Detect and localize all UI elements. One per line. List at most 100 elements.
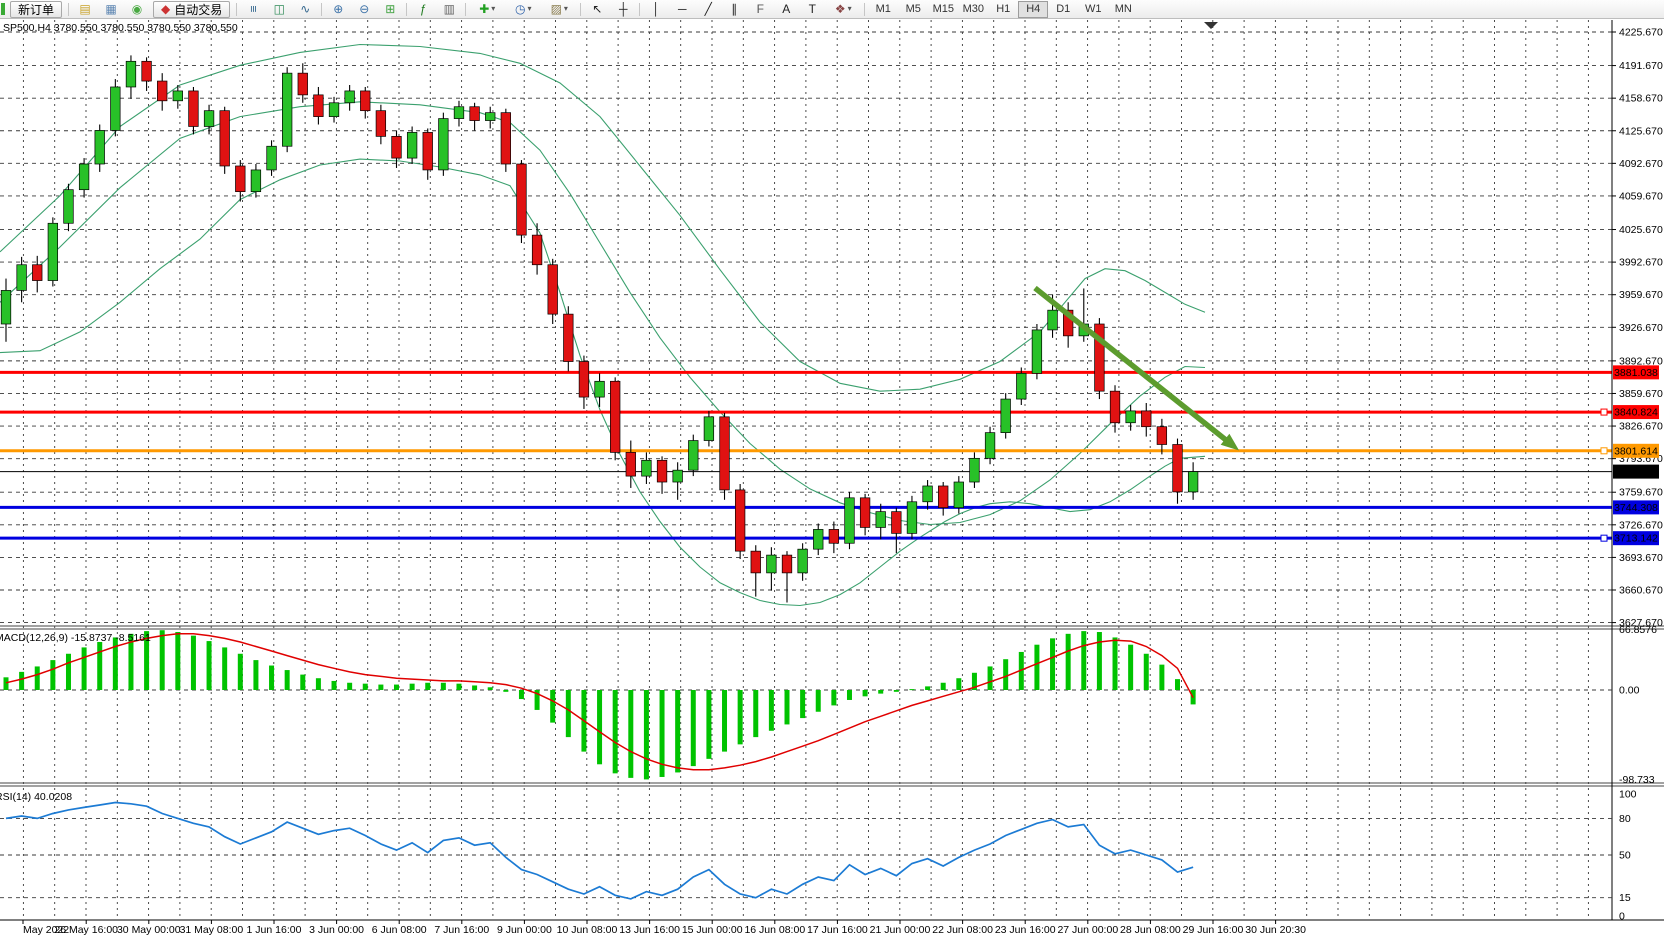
tile-windows-icon[interactable]: ⊞	[377, 1, 403, 18]
bar-chart-icon[interactable]: ≡	[240, 1, 266, 18]
timeframe-h4[interactable]: H4	[1018, 1, 1048, 18]
templates-icon[interactable]: ▨▾	[541, 1, 577, 18]
macd-histogram-bar	[753, 690, 758, 737]
price-level-badge-text: 3780.550	[1614, 466, 1658, 478]
candle-body	[985, 433, 995, 459]
time-axis-label: 28 Jun 08:00	[1120, 924, 1181, 936]
price-axis-label: 3726.670	[1619, 519, 1663, 531]
candlestick-chart-icon[interactable]: ◫	[266, 1, 292, 18]
time-axis-label: 26 May 16:00	[54, 924, 118, 936]
candle-body	[688, 441, 698, 471]
candle-body	[157, 81, 167, 101]
data-window-icon[interactable]: ▥	[436, 1, 462, 18]
cursor-icon[interactable]: ↖	[584, 1, 610, 18]
level-line-handle[interactable]	[1601, 448, 1607, 454]
text-label-icon[interactable]: T	[799, 1, 825, 18]
macd-axis-label: -98.733	[1619, 774, 1655, 786]
price-level-badge-text: 3744.308	[1614, 502, 1658, 514]
zoom-out-icon: ⊖	[359, 1, 369, 17]
candle-body	[1141, 411, 1151, 427]
candle-body	[407, 132, 417, 158]
macd-histogram-bar	[472, 685, 477, 690]
macd-histogram-bar	[191, 636, 196, 690]
candle-body	[798, 549, 808, 573]
macd-histogram-bar	[691, 690, 696, 766]
trendline-icon[interactable]: ╱	[695, 1, 721, 18]
crosshair-icon: ┼	[619, 1, 628, 17]
chart-area[interactable]: 4225.6704191.6704158.6704125.6704092.670…	[0, 0, 1664, 938]
new-order-button[interactable]: 新订单	[10, 1, 62, 18]
text-icon[interactable]: A	[773, 1, 799, 18]
price-axis-label: 4025.670	[1619, 224, 1663, 236]
zoom-out-icon[interactable]: ⊖	[351, 1, 377, 18]
timeframe-w1[interactable]: W1	[1078, 1, 1108, 18]
macd-histogram-bar	[207, 641, 212, 690]
timeframe-m15[interactable]: M15	[928, 1, 958, 18]
candle-body	[392, 136, 402, 158]
fibonacci-icon[interactable]: F	[747, 1, 773, 18]
vertical-line-icon[interactable]: │	[643, 1, 669, 18]
macd-axis-label: 66.8576	[1619, 624, 1657, 636]
rsi-axis-label: 80	[1619, 813, 1631, 825]
shapes-icon: ❖	[835, 1, 846, 17]
zoom-in-icon[interactable]: ⊕	[325, 1, 351, 18]
macd-histogram-bar	[347, 683, 352, 690]
candle-body	[64, 190, 74, 224]
timeframe-d1[interactable]: D1	[1048, 1, 1078, 18]
macd-histogram-bar	[847, 690, 852, 700]
cursor-icon: ↖	[592, 1, 602, 17]
new-chart-icon[interactable]: ▤	[72, 1, 98, 18]
zoom-in-icon: ⊕	[333, 1, 343, 17]
candle-body	[189, 91, 199, 127]
crosshair-icon[interactable]: ┼	[610, 1, 636, 18]
macd-histogram-bar	[800, 690, 805, 718]
timeframe-m1[interactable]: M1	[868, 1, 898, 18]
horizontal-line-icon[interactable]: ─	[669, 1, 695, 18]
candle-body	[1126, 411, 1136, 423]
macd-histogram-bar	[878, 690, 883, 694]
timeframe-m30[interactable]: M30	[958, 1, 988, 18]
macd-histogram-bar	[4, 677, 9, 690]
equidistant-channel-icon[interactable]: ∥	[721, 1, 747, 18]
profiles-icon[interactable]: ▦	[98, 1, 124, 18]
candle-body	[454, 107, 464, 119]
chevron-down-icon: ▾	[564, 1, 568, 17]
macd-histogram-bar	[597, 690, 602, 764]
macd-histogram-bar	[894, 690, 899, 692]
macd-histogram-bar	[222, 647, 227, 690]
periods-icon: ◷	[515, 1, 525, 17]
toolbar-separator	[864, 3, 865, 16]
macd-histogram-bar	[706, 690, 711, 759]
candle-body	[907, 502, 917, 534]
line-chart-icon[interactable]: ∿	[292, 1, 318, 18]
timeframe-mn[interactable]: MN	[1108, 1, 1138, 18]
candle-body	[95, 130, 105, 164]
periods-icon[interactable]: ◷▾	[505, 1, 541, 18]
candle-body	[1110, 391, 1120, 423]
macd-histogram-bar	[160, 630, 165, 690]
market-signals-icon: ◉	[132, 1, 142, 17]
shapes-icon[interactable]: ❖▾	[825, 1, 861, 18]
tile-windows-icon: ⊞	[385, 1, 395, 17]
candle-body	[1, 290, 11, 324]
timeframe-h1[interactable]: H1	[988, 1, 1018, 18]
macd-histogram-bar	[488, 687, 493, 690]
rsi-axis-label: 100	[1619, 789, 1637, 801]
time-axis-label: 10 Jun 08:00	[557, 924, 618, 936]
macd-histogram-bar	[238, 654, 243, 690]
candle-body	[1173, 444, 1183, 491]
macd-histogram-bar	[941, 683, 946, 690]
autotrading-icon: ◆	[161, 2, 170, 16]
macd-histogram-bar	[519, 690, 524, 699]
candle-body	[892, 512, 902, 534]
level-line-handle[interactable]	[1601, 535, 1607, 541]
time-axis-label: 7 Jun 16:00	[434, 924, 489, 936]
market-signals-icon[interactable]: ◉	[124, 1, 150, 18]
chart-background	[0, 19, 1664, 938]
level-line-handle[interactable]	[1601, 409, 1607, 415]
timeframe-m5[interactable]: M5	[898, 1, 928, 18]
autotrading-button[interactable]: ◆自动交易	[153, 1, 230, 18]
price-axis-label: 4059.670	[1619, 190, 1663, 202]
add-indicator-icon[interactable]: ✚▾	[469, 1, 505, 18]
indicators-icon[interactable]: ƒ	[410, 1, 436, 18]
